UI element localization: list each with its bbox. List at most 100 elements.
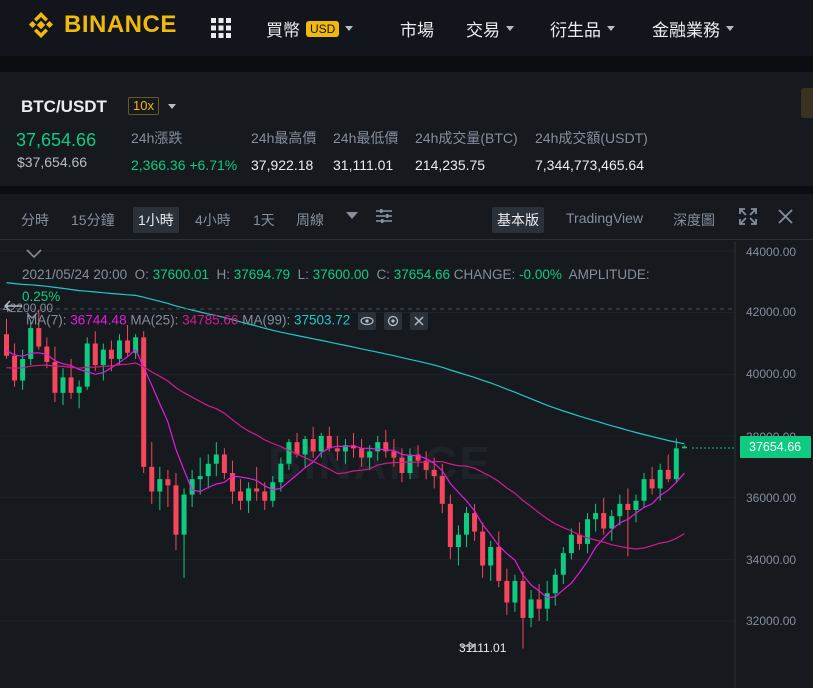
candle-up: [270, 482, 276, 501]
change-label: CHANGE:: [453, 267, 516, 282]
candle-down: [496, 547, 502, 581]
stat-value: 7,344,773,465.64: [535, 157, 644, 173]
trading-pair[interactable]: BTC/USDT: [21, 97, 107, 117]
y-axis-tick: 44000.00: [746, 245, 797, 259]
candle-down: [334, 448, 340, 452]
candle-down: [431, 469, 437, 477]
stat-label: 24h最高價: [251, 130, 317, 146]
candle-down: [294, 442, 300, 455]
candle-up: [560, 553, 566, 575]
indicator-settings-icon[interactable]: [375, 208, 393, 224]
open-label: O:: [134, 267, 149, 282]
stat-24h-volume-btc: 24h成交量(BTC) 214,235.75: [415, 128, 518, 173]
candle-down: [665, 469, 671, 480]
y-axis-tick: 36000.00: [746, 491, 797, 505]
candle-up: [641, 479, 647, 501]
candle-up: [100, 349, 106, 366]
settings-icon[interactable]: [383, 312, 402, 330]
y-axis-tick: 42000.00: [746, 305, 797, 319]
candlestick-chart[interactable]: BINANCE 2021/05/24 20:00 O: 37600.01 H: …: [0, 241, 813, 688]
chevron-down-icon[interactable]: [26, 312, 38, 320]
candle-down: [536, 599, 542, 609]
candle-up: [633, 500, 639, 510]
candle-up: [488, 547, 494, 566]
candle-down: [359, 448, 365, 458]
close-value: 37654.66: [393, 267, 451, 282]
panel-toggle-button[interactable]: [801, 88, 813, 118]
interval-tab[interactable]: 15分鐘: [66, 207, 120, 233]
candle-down: [221, 454, 227, 473]
candle-up: [552, 574, 558, 594]
interval-tab[interactable]: 1天: [248, 207, 280, 233]
y-axis-tick: 40000.00: [746, 367, 797, 381]
stat-label: 24h最低價: [333, 130, 399, 146]
chevron-down-icon: [506, 26, 514, 31]
chevron-down-icon[interactable]: [26, 249, 42, 259]
stat-value: 2,366.36 +6.71%: [131, 157, 238, 173]
eye-icon[interactable]: [358, 312, 377, 330]
close-label: C:: [376, 267, 390, 282]
candle-down: [4, 334, 9, 356]
interval-tab[interactable]: 分時: [16, 207, 54, 233]
candle-down: [141, 337, 147, 467]
binance-logo[interactable]: BINANCE: [26, 11, 177, 39]
candle-down: [601, 513, 607, 529]
interval-tab[interactable]: 周線: [291, 207, 329, 233]
interval-tab-active[interactable]: 1小時: [133, 207, 179, 233]
chart-canvas[interactable]: BINANCE: [0, 241, 813, 688]
nav-buy-crypto[interactable]: 買幣 USD: [266, 16, 354, 41]
view-tab-basic[interactable]: 基本版: [492, 207, 544, 233]
candle-down: [173, 485, 179, 535]
last-price-usd: $37,654.66: [17, 154, 88, 170]
candle-down: [68, 377, 74, 393]
y-axis-tick: 34000.00: [746, 553, 797, 567]
top-navigation-bar: BINANCE 買幣 USD 市場 交易 衍生品 金融業務: [0, 0, 813, 56]
chevron-down-icon[interactable]: [168, 104, 176, 109]
candle-up: [213, 454, 219, 464]
candle-up: [657, 469, 663, 489]
candle-up: [593, 513, 599, 520]
candle-up: [157, 479, 163, 492]
candle-down: [108, 349, 114, 359]
candle-down: [649, 479, 655, 489]
candle-up: [278, 463, 284, 483]
view-tab-tradingview[interactable]: TradingView: [561, 207, 648, 229]
candle-up: [375, 442, 381, 452]
candle-down: [310, 439, 316, 452]
stat-value: 37,922.18: [251, 157, 314, 173]
candle-up: [20, 358, 26, 381]
section-divider: [0, 186, 813, 194]
fullscreen-icon[interactable]: [739, 208, 757, 225]
candle-up: [367, 451, 373, 458]
nav-derivatives[interactable]: 衍生品: [550, 16, 615, 41]
candle-up: [286, 442, 292, 464]
stat-label: 24h漲跌: [131, 130, 183, 146]
nav-trade[interactable]: 交易: [466, 16, 514, 41]
candle-up: [673, 448, 679, 480]
open-value: 37600.01: [152, 267, 209, 282]
change-value: -0.00%: [519, 267, 562, 282]
apps-grid-icon[interactable]: [210, 17, 232, 39]
stat-24h-low: 24h最低價 31,111.01: [333, 128, 398, 173]
chevron-down-icon[interactable]: [346, 212, 358, 220]
candle-up: [197, 476, 203, 480]
candle-up: [407, 454, 413, 473]
candle-down: [36, 328, 42, 347]
nav-markets[interactable]: 市場: [400, 16, 434, 41]
view-tab-depth[interactable]: 深度圖: [668, 207, 720, 233]
candle-up: [681, 446, 687, 449]
candle-up: [585, 519, 591, 544]
ma99-line: [6, 282, 685, 445]
candle-up: [609, 516, 615, 529]
ma99-value: 37503.72: [293, 312, 351, 328]
close-icon[interactable]: [778, 209, 793, 224]
nav-finance[interactable]: 金融業務: [652, 16, 734, 41]
arrow-right-icon: [460, 641, 475, 651]
candle-down: [238, 491, 244, 501]
close-icon[interactable]: [409, 312, 428, 330]
low-price-marker: 31111.01: [459, 641, 506, 655]
interval-tab[interactable]: 4小時: [190, 207, 236, 233]
chart-grid: [0, 250, 735, 622]
high-value: 37694.79: [233, 267, 291, 282]
ma-legend: MA(7): 36744.48 MA(25): 34785.66 MA(99):…: [26, 312, 428, 330]
